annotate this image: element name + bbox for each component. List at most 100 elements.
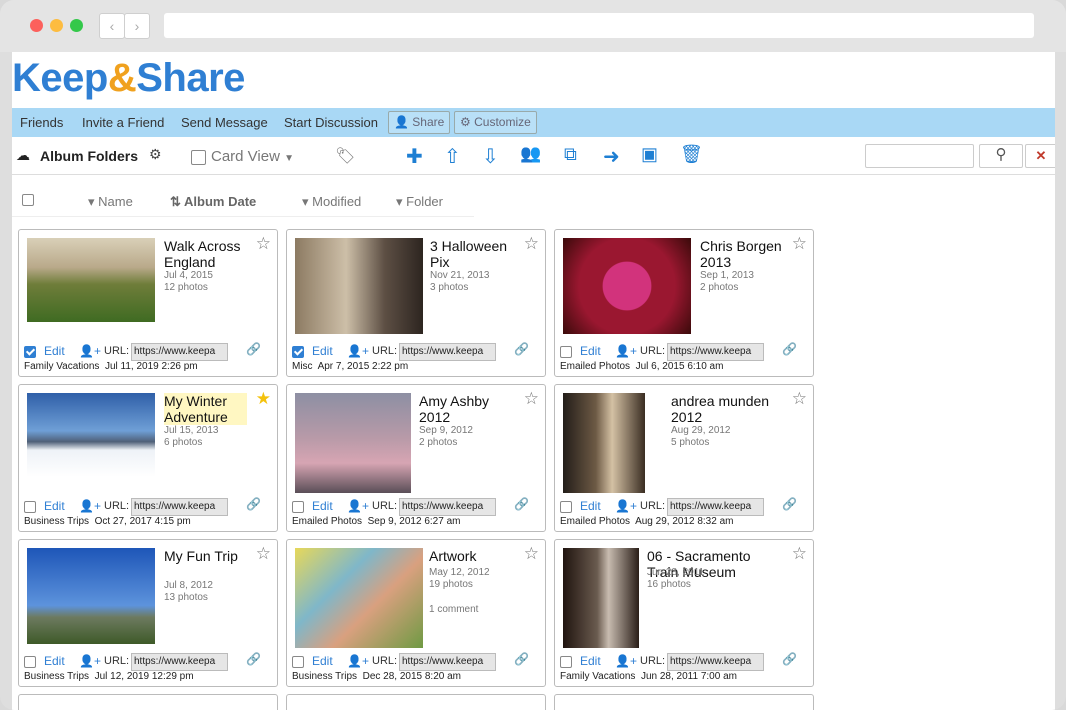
- album-card[interactable]: andrea munden 2012 ☆ Aug 29, 2012 5 photos E…: [554, 384, 814, 532]
- sort-folder[interactable]: ▾ Folder: [396, 194, 443, 210]
- album-thumbnail[interactable]: [27, 548, 155, 644]
- share-user-icon[interactable]: 👤+: [347, 499, 369, 513]
- menu-friends[interactable]: Friends: [20, 115, 63, 130]
- url-field[interactable]: https://www.keepa: [399, 653, 496, 671]
- edit-link[interactable]: Edit: [44, 499, 65, 513]
- favorite-star-icon[interactable]: ☆: [524, 234, 539, 254]
- album-title[interactable]: Walk Across England: [164, 238, 247, 270]
- select-checkbox[interactable]: [292, 501, 304, 513]
- edit-link[interactable]: Edit: [312, 344, 333, 358]
- album-title[interactable]: My Winter Adventure: [164, 393, 247, 425]
- folder-settings-icon[interactable]: ⚙: [149, 146, 162, 163]
- link-icon[interactable]: 🔗: [514, 342, 529, 356]
- forward-icon[interactable]: ›: [124, 13, 150, 39]
- select-checkbox[interactable]: [560, 346, 572, 358]
- link-icon[interactable]: 🔗: [782, 497, 797, 511]
- url-field[interactable]: https://www.keepa: [399, 498, 496, 516]
- favorite-star-icon[interactable]: ☆: [792, 389, 807, 409]
- select-checkbox[interactable]: [24, 656, 36, 668]
- album-title[interactable]: Amy Ashby 2012: [419, 393, 515, 425]
- share-button[interactable]: 👤 Share: [388, 111, 451, 134]
- favorite-star-icon[interactable]: ☆: [256, 544, 271, 564]
- select-checkbox[interactable]: [560, 656, 572, 668]
- album-card[interactable]: Walk Across England ☆ Jul 4, 2015 12 photos…: [18, 229, 278, 377]
- link-icon[interactable]: 🔗: [246, 342, 261, 356]
- add-icon[interactable]: ✚: [406, 144, 423, 169]
- album-thumbnail[interactable]: [295, 393, 411, 493]
- share-users-icon[interactable]: 👥: [520, 144, 541, 164]
- share-user-icon[interactable]: 👤+: [615, 654, 637, 668]
- link-icon[interactable]: 🔗: [514, 497, 529, 511]
- album-thumbnail[interactable]: [295, 548, 423, 648]
- back-icon[interactable]: ‹: [99, 13, 125, 39]
- sort-modified[interactable]: ▾ Modified: [302, 194, 361, 210]
- album-card[interactable]: 3 Halloween Pix ☆ Nov 21, 2013 3 photos Edit…: [286, 229, 546, 377]
- url-field[interactable]: https://www.keepa: [131, 343, 228, 361]
- favorite-star-icon[interactable]: ☆: [256, 234, 271, 254]
- sort-name[interactable]: ▾ Name: [88, 194, 133, 210]
- album-title[interactable]: andrea munden 2012: [671, 393, 783, 425]
- minimize-dot[interactable]: [50, 19, 63, 32]
- album-card[interactable]: My Winter Adventure ★ Jul 15, 2013 6 photos…: [18, 384, 278, 532]
- select-all-checkbox[interactable]: [22, 194, 34, 206]
- edit-link[interactable]: Edit: [312, 499, 333, 513]
- share-user-icon[interactable]: 👤+: [79, 654, 101, 668]
- share-user-icon[interactable]: 👤+: [79, 499, 101, 513]
- tags-icon[interactable]: 🏷: [335, 146, 355, 166]
- share-user-icon[interactable]: 👤+: [615, 499, 637, 513]
- favorite-star-icon[interactable]: ☆: [792, 234, 807, 254]
- download-icon[interactable]: ⇩: [482, 144, 499, 169]
- album-card[interactable]: Artwork ☆ May 12, 2012 19 photos 1 comment Ed…: [286, 539, 546, 687]
- favorite-star-icon[interactable]: ☆: [792, 544, 807, 564]
- edit-link[interactable]: Edit: [580, 654, 601, 668]
- album-thumbnail[interactable]: [563, 548, 639, 648]
- share-user-icon[interactable]: 👤+: [347, 654, 369, 668]
- sort-album-date[interactable]: ⇅ Album Date: [170, 194, 256, 210]
- album-title[interactable]: 3 Halloween Pix: [430, 238, 515, 270]
- url-field[interactable]: https://www.keepa: [667, 498, 764, 516]
- album-title[interactable]: Artwork: [429, 548, 515, 564]
- album-card[interactable]: Amy Ashby 2012 ☆ Sep 9, 2012 2 photos Edit 👤+…: [286, 384, 546, 532]
- card-view-checkbox[interactable]: [191, 150, 206, 165]
- album-card[interactable]: Chris Borgen 2013 ☆ Sep 1, 2013 2 photos Edi…: [554, 229, 814, 377]
- url-field[interactable]: https://www.keepa: [131, 653, 228, 671]
- share-user-icon[interactable]: 👤+: [79, 344, 101, 358]
- edit-link[interactable]: Edit: [580, 499, 601, 513]
- select-checkbox[interactable]: [292, 346, 304, 358]
- logo[interactable]: Keep&Share: [12, 56, 245, 101]
- album-title[interactable]: Chris Borgen 2013: [700, 238, 783, 270]
- album-thumbnail[interactable]: [563, 238, 691, 334]
- close-dot[interactable]: [30, 19, 43, 32]
- search-button[interactable]: ⚲: [979, 144, 1023, 168]
- album-thumbnail[interactable]: [27, 393, 155, 477]
- menu-start-discussion[interactable]: Start Discussion: [284, 115, 378, 130]
- favorite-star-icon[interactable]: ☆: [524, 544, 539, 564]
- edit-link[interactable]: Edit: [312, 654, 333, 668]
- edit-link[interactable]: Edit: [44, 344, 65, 358]
- menu-invite[interactable]: Invite a Friend: [82, 115, 164, 130]
- edit-link[interactable]: Edit: [44, 654, 65, 668]
- share-user-icon[interactable]: 👤+: [347, 344, 369, 358]
- menu-send-message[interactable]: Send Message: [181, 115, 268, 130]
- link-icon[interactable]: 🔗: [246, 652, 261, 666]
- upload-icon[interactable]: ⇧: [444, 144, 461, 169]
- share-user-icon[interactable]: 👤+: [615, 344, 637, 358]
- album-card-partial[interactable]: [554, 694, 814, 710]
- url-field[interactable]: https://www.keepa: [667, 343, 764, 361]
- select-checkbox[interactable]: [24, 346, 36, 358]
- customize-button[interactable]: ⚙ Customize: [454, 111, 537, 134]
- album-card-partial[interactable]: [18, 694, 278, 710]
- link-icon[interactable]: 🔗: [782, 652, 797, 666]
- album-card-partial[interactable]: [286, 694, 546, 710]
- search-input[interactable]: [865, 144, 974, 168]
- link-icon[interactable]: 🔗: [514, 652, 529, 666]
- album-thumbnail[interactable]: [295, 238, 423, 334]
- url-field[interactable]: https://www.keepa: [131, 498, 228, 516]
- archive-icon[interactable]: ▣: [641, 144, 658, 165]
- album-title[interactable]: My Fun Trip: [164, 548, 247, 564]
- select-checkbox[interactable]: [24, 501, 36, 513]
- comment-count[interactable]: 1 comment: [429, 604, 478, 616]
- album-card[interactable]: My Fun Trip ☆ Jul 8, 2012 13 photos Edit 👤+ UR…: [18, 539, 278, 687]
- select-checkbox[interactable]: [560, 501, 572, 513]
- address-bar[interactable]: [164, 13, 1034, 38]
